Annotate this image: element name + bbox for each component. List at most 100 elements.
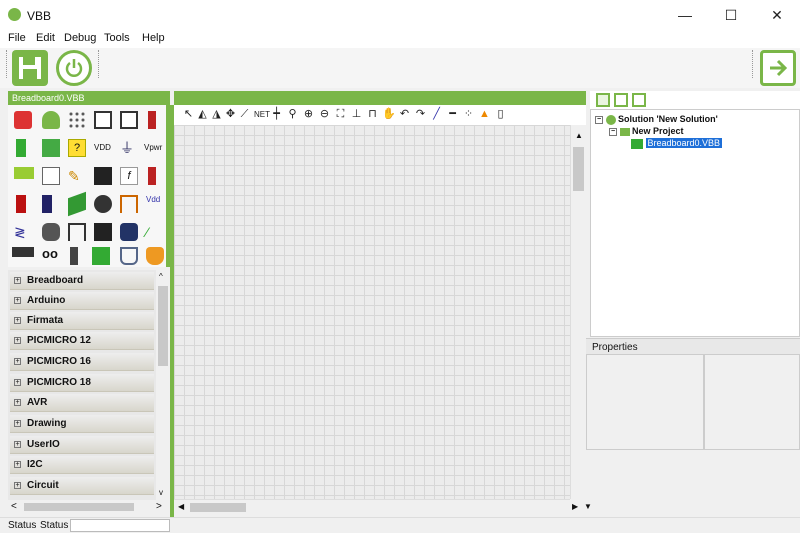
- scroll-up-icon[interactable]: ^: [159, 272, 163, 281]
- collapse-icon[interactable]: −: [609, 127, 617, 136]
- save-button[interactable]: [12, 50, 48, 86]
- potentiometer-icon[interactable]: [94, 195, 112, 213]
- oscilloscope-icon[interactable]: [94, 167, 112, 185]
- keypad-icon[interactable]: [92, 247, 110, 265]
- tree-node-solution[interactable]: − Solution 'New Solution': [595, 114, 718, 125]
- zoom-out-icon[interactable]: ⊖: [318, 108, 331, 121]
- redo-icon[interactable]: ↷: [414, 108, 427, 121]
- properties-grid[interactable]: [586, 354, 704, 450]
- relay-icon[interactable]: [42, 139, 60, 157]
- menu-help[interactable]: Help: [142, 32, 165, 44]
- net-label-icon[interactable]: NET: [254, 108, 270, 121]
- servo-icon[interactable]: [120, 195, 138, 213]
- category-i2c[interactable]: + I2C: [10, 456, 154, 474]
- magnet-icon[interactable]: [120, 247, 138, 265]
- category-picmicro-12[interactable]: + PICMICRO 12: [10, 332, 154, 350]
- split-view-icon[interactable]: [614, 93, 628, 107]
- scroll-down-icon[interactable]: v: [159, 488, 163, 497]
- pan-hand-icon[interactable]: ✋: [382, 108, 396, 121]
- vdd-supply-icon[interactable]: Vdd: [146, 195, 164, 213]
- toolbar-grip[interactable]: [6, 50, 9, 78]
- vdd-icon[interactable]: VDD: [94, 139, 112, 157]
- breadboard-icon[interactable]: [68, 111, 86, 129]
- toolbar-grip[interactable]: [752, 50, 755, 78]
- single-view-icon[interactable]: [596, 93, 610, 107]
- category-vertical-scrollbar[interactable]: ^ v: [156, 270, 170, 500]
- junction-icon[interactable]: ┿: [270, 108, 283, 121]
- scrollbar-thumb[interactable]: [573, 147, 584, 191]
- scroll-right-icon[interactable]: ▶: [572, 502, 578, 511]
- line-style-icon[interactable]: ━: [446, 108, 459, 121]
- properties-values[interactable]: [704, 354, 800, 450]
- collapse-icon[interactable]: −: [595, 115, 603, 124]
- fuse-icon[interactable]: [148, 167, 156, 185]
- canvas-vertical-scrollbar[interactable]: ▲: [570, 125, 586, 499]
- buzzer-icon[interactable]: [146, 247, 164, 265]
- vcc-icon[interactable]: [120, 111, 138, 129]
- category-picmicro-18[interactable]: + PICMICRO 18: [10, 374, 154, 392]
- canvas-horizontal-scrollbar[interactable]: ◀ ▶ ▼: [174, 499, 592, 515]
- menu-file[interactable]: File: [8, 32, 26, 44]
- speaker-icon[interactable]: [42, 223, 60, 241]
- scrollbar-thumb[interactable]: [24, 503, 134, 511]
- category-picmicro-16[interactable]: + PICMICRO 16: [10, 353, 154, 371]
- list-view-icon[interactable]: [632, 93, 646, 107]
- menu-debug[interactable]: Debug: [64, 32, 96, 44]
- vref-icon[interactable]: [94, 111, 112, 129]
- vbb-shield-icon[interactable]: [42, 111, 60, 129]
- encoder-icon[interactable]: oo: [42, 247, 60, 265]
- minimize-button[interactable]: —: [662, 0, 708, 30]
- undo-icon[interactable]: ↶: [398, 108, 411, 121]
- probe-icon[interactable]: ✎: [68, 167, 86, 185]
- move-icon[interactable]: ✥: [224, 108, 237, 121]
- breadboard-canvas[interactable]: [174, 125, 570, 499]
- lcd-display-icon[interactable]: [14, 167, 34, 179]
- toolbar-grip[interactable]: [98, 50, 101, 78]
- zoom-fit-icon[interactable]: ⛶: [334, 108, 347, 121]
- scroll-down-icon[interactable]: ▼: [584, 502, 592, 511]
- transistor-icon[interactable]: [70, 247, 78, 265]
- select-pointer-icon[interactable]: ↖: [182, 108, 195, 121]
- scroll-up-icon[interactable]: ▲: [575, 131, 583, 140]
- category-breadboard[interactable]: + Breadboard: [10, 272, 154, 290]
- capacitor-icon[interactable]: [42, 195, 52, 213]
- 7-segment-icon[interactable]: [12, 247, 34, 257]
- diode-icon[interactable]: ⁄: [146, 223, 164, 241]
- vpwr-icon[interactable]: Vpwr: [144, 139, 162, 157]
- category-avr[interactable]: + AVR: [10, 394, 154, 412]
- category-drawing[interactable]: + Drawing: [10, 415, 154, 433]
- ground-icon[interactable]: ⏚: [120, 139, 138, 157]
- ic-chip-icon[interactable]: [94, 223, 112, 241]
- warning-icon[interactable]: ▲: [478, 108, 491, 121]
- close-button[interactable]: ✕: [754, 0, 800, 30]
- scroll-right-icon[interactable]: >: [156, 501, 162, 512]
- pen-color-icon[interactable]: ╱: [430, 108, 443, 121]
- header-icon[interactable]: [68, 223, 86, 241]
- scrollbar-thumb[interactable]: [190, 503, 246, 512]
- page-icon[interactable]: ▯: [494, 108, 507, 121]
- switch-icon[interactable]: [68, 191, 86, 217]
- run-arrow-button[interactable]: [760, 50, 796, 86]
- meter-icon[interactable]: [42, 167, 60, 185]
- zoom-in-icon[interactable]: ⊕: [302, 108, 315, 121]
- sensor-icon[interactable]: [120, 223, 138, 241]
- category-arduino[interactable]: + Arduino: [10, 292, 154, 310]
- scroll-left-icon[interactable]: ◀: [178, 502, 184, 511]
- battery-icon[interactable]: [148, 111, 156, 129]
- arduino-board-icon[interactable]: [14, 111, 32, 129]
- wire-icon[interactable]: ⟋: [238, 108, 251, 121]
- scrollbar-thumb[interactable]: [158, 286, 168, 366]
- category-userio[interactable]: + UserIO: [10, 436, 154, 454]
- maximize-button[interactable]: ☐: [708, 0, 754, 30]
- zoom-icon[interactable]: ⚲: [286, 108, 299, 121]
- power-button[interactable]: [56, 50, 92, 86]
- category-firmata[interactable]: + Firmata: [10, 312, 154, 330]
- category-horizontal-scrollbar[interactable]: < >: [8, 500, 170, 514]
- menu-tools[interactable]: Tools: [104, 32, 130, 44]
- scroll-left-icon[interactable]: <: [11, 501, 17, 512]
- unknown-component-icon[interactable]: ?: [68, 139, 86, 157]
- grid-snap-icon[interactable]: ⁘: [462, 108, 475, 121]
- tree-node-project[interactable]: − New Project: [609, 126, 684, 136]
- menu-edit[interactable]: Edit: [36, 32, 55, 44]
- rotate-right-icon[interactable]: ◮: [210, 108, 223, 121]
